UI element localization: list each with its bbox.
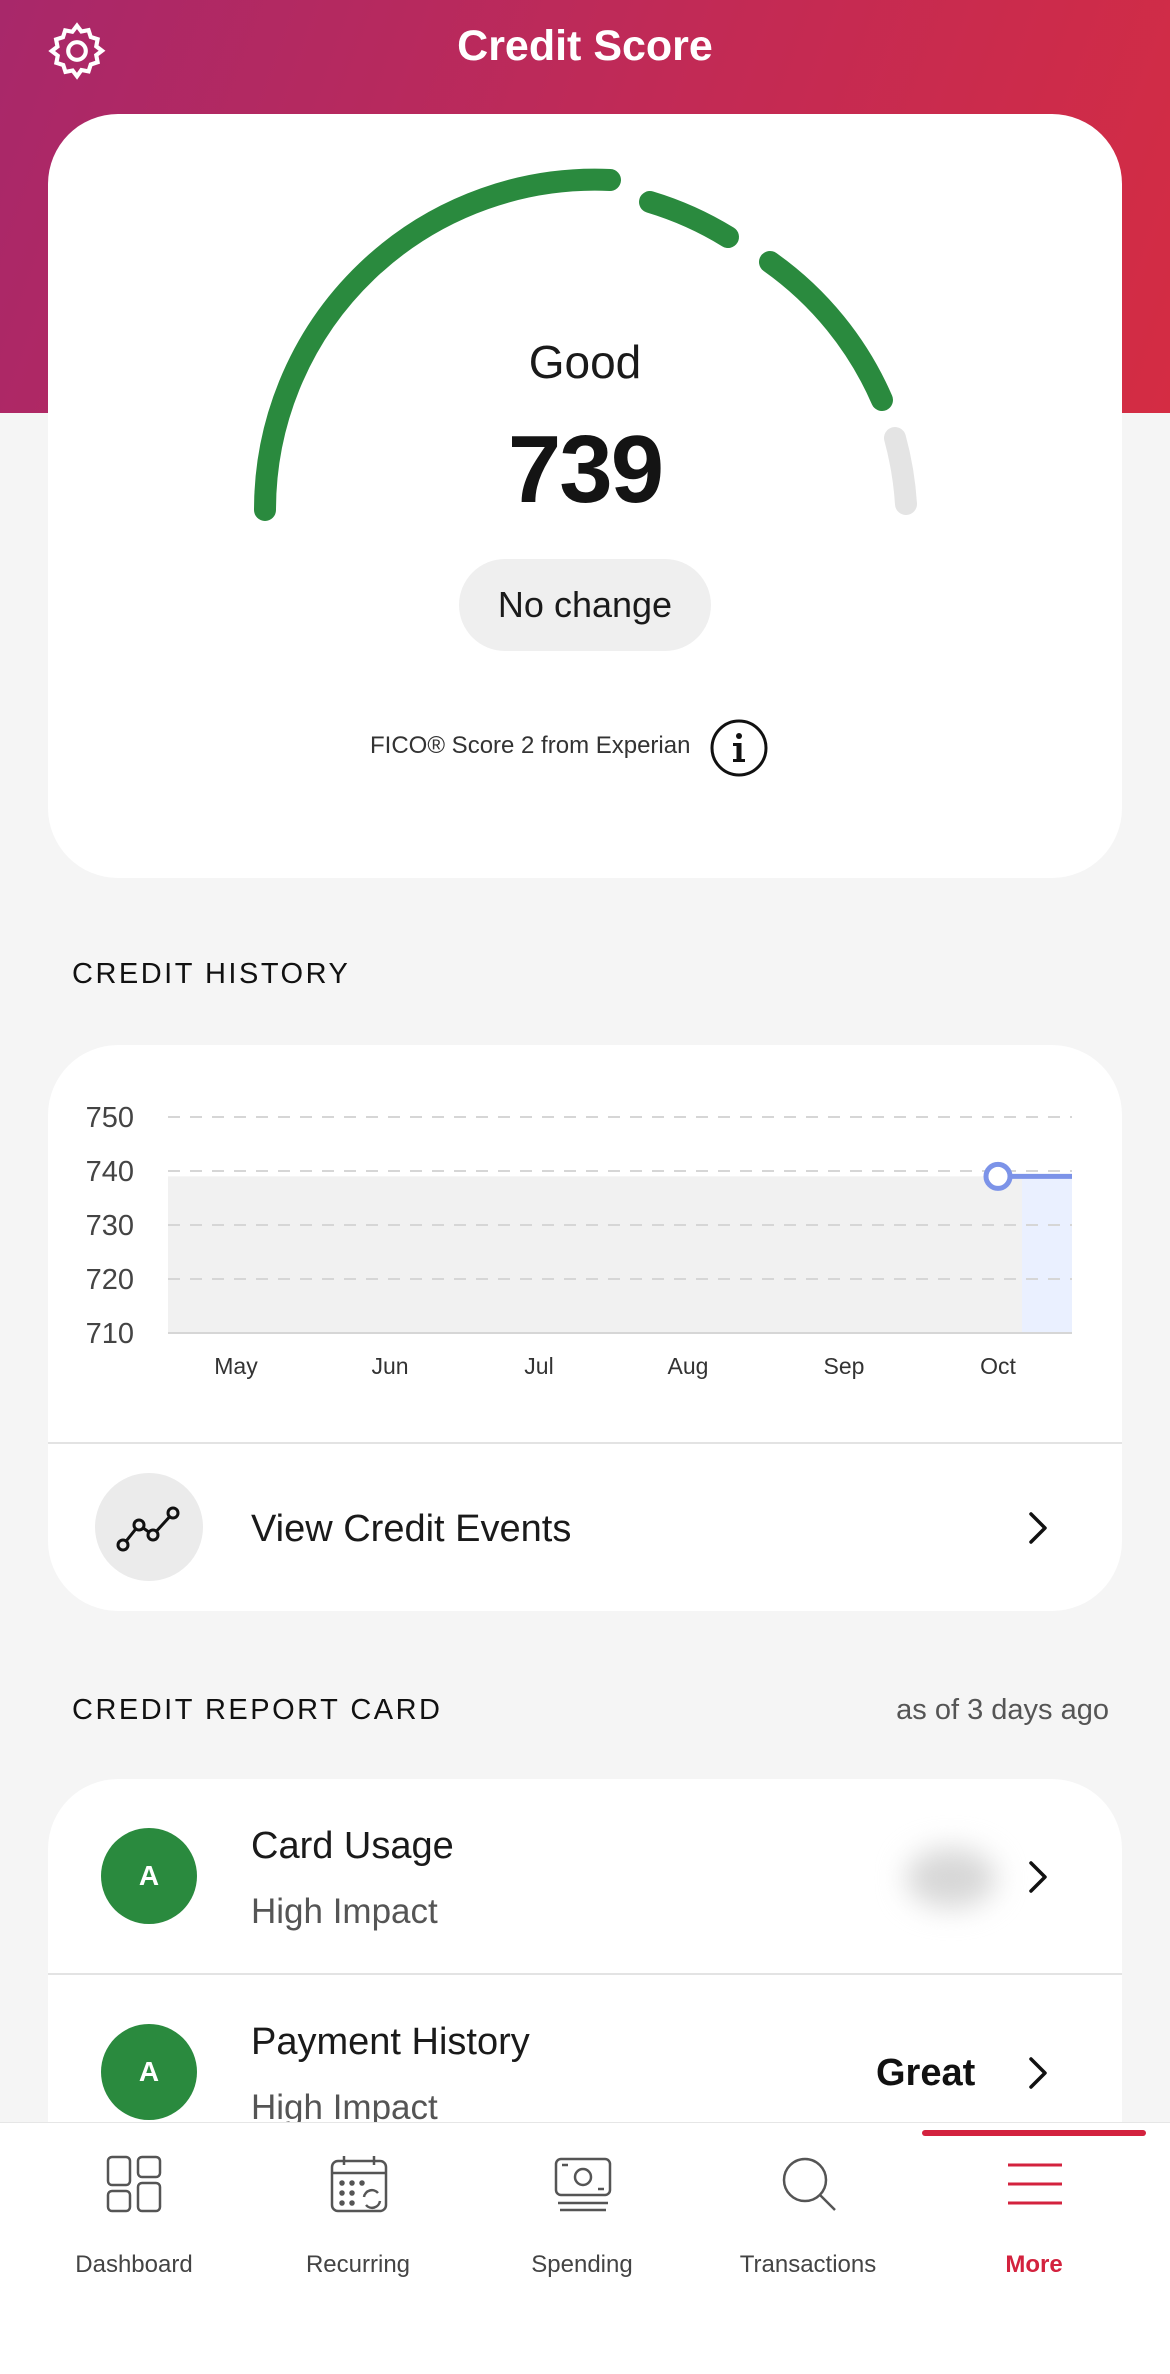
tab-recurring[interactable]: Recurring [246,2123,470,2374]
report-item-title: Card Usage [251,1825,454,1867]
trend-line-icon [116,1506,180,1552]
dashboard-icon [106,2155,162,2213]
x-tick-label: Jul [524,1353,553,1379]
y-tick-label: 710 [86,1318,134,1350]
chevron-right-icon [1029,1861,1047,1893]
chart-highlight-fill [1022,1176,1072,1333]
menu-icon [1008,2163,1062,2205]
y-tick-label: 750 [86,1102,134,1134]
credit-report-card-heading: CREDIT REPORT CARD [72,1694,443,1726]
gauge-segment-2 [639,191,739,248]
page-title: Credit Score [457,22,713,70]
active-tab-indicator [922,2130,1146,2136]
tab-label: More [1005,2251,1063,2278]
y-tick-label: 730 [86,1210,134,1242]
chart-area-fill [168,1176,1072,1333]
view-credit-events-row[interactable] [48,1444,1122,1610]
chevron-right-icon [1029,1512,1047,1544]
tab-dashboard[interactable]: Dashboard [22,2123,246,2374]
money-icon [554,2157,612,2212]
y-tick-label: 720 [86,1264,134,1296]
score-rating: Good [528,336,642,388]
tab-transactions[interactable]: Transactions [696,2123,920,2374]
tab-label: Transactions [739,2251,877,2278]
x-tick-label: Oct [980,1353,1016,1379]
report-as-of: as of 3 days ago [896,1694,1109,1726]
bottom-tab-bar: Dashboard Recurring Spending Transaction… [0,2122,1170,2374]
x-tick-label: May [214,1353,258,1379]
x-tick-label: Aug [668,1353,709,1379]
x-tick-label: Jun [371,1353,408,1379]
credit-history-chart: 750 740 730 720 710 May Jun Jul Aug Sep Oct [86,1102,1072,1379]
score-value: 739 [507,416,664,523]
grade-badge: A [101,1828,197,1924]
search-icon [782,2157,836,2211]
report-item-subtitle: High Impact [251,1892,438,1931]
x-tick-label: Sep [824,1353,865,1379]
report-item-title: Payment History [251,2021,530,2063]
events-icon-circle [95,1473,203,1581]
tab-more[interactable]: More [922,2123,1146,2374]
view-credit-events-label: View Credit Events [251,1508,572,1550]
credit-history-heading: CREDIT HISTORY [72,958,351,990]
loading-placeholder [906,1848,996,1908]
y-tick-label: 740 [86,1156,134,1188]
score-change-badge: No change [459,559,711,651]
report-item-value: Great [876,2052,976,2094]
tab-spending[interactable]: Spending [470,2123,694,2374]
tab-label: Dashboard [75,2251,193,2278]
info-icon[interactable] [709,718,769,778]
data-point [983,1161,1013,1191]
score-source: FICO® Score 2 from Experian [370,732,691,759]
chevron-right-icon [1029,2057,1047,2089]
tab-label: Recurring [305,2251,411,2278]
grade-badge: A [101,2024,197,2120]
calendar-icon [330,2156,388,2213]
tab-label: Spending [531,2251,633,2278]
